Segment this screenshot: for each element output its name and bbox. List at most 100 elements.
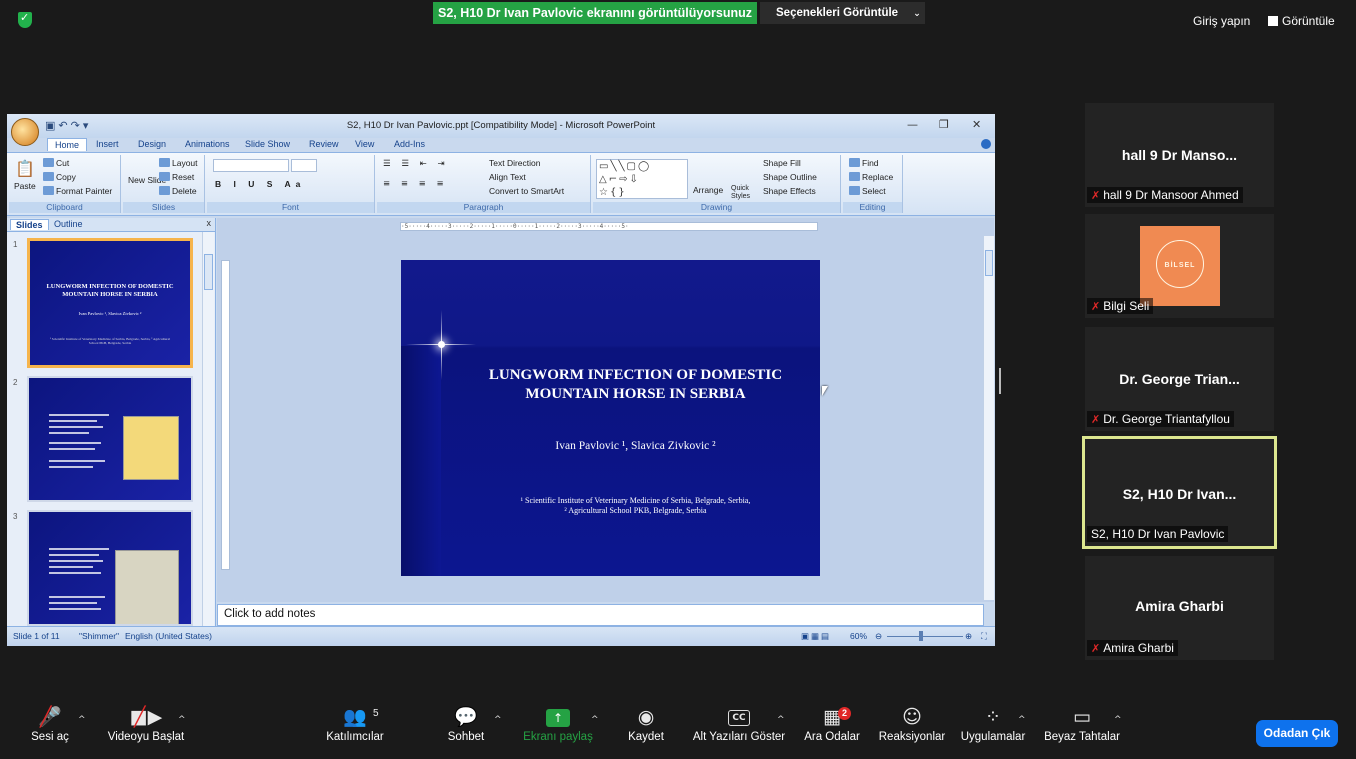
participant-tile[interactable]: hall 9 Dr Manso... ✗ hall 9 Dr Mansoor Ah… [1085,103,1274,207]
share-options-caret-icon[interactable]: ^ [591,715,599,725]
format-painter-button[interactable]: Format Painter [43,186,112,196]
tab-home[interactable]: Home [47,138,88,151]
copy-icon [43,172,54,181]
office-button[interactable] [11,118,39,146]
tab-outline[interactable]: Outline [49,219,88,229]
shapes-gallery[interactable]: ▭╲╲▢◯ △⌐⇨⇩ ☆︎{} [596,159,688,199]
shape-fill-button[interactable]: Shape Fill [763,158,801,168]
minimize-icon[interactable]: — [907,118,918,131]
slide-thumbnail-2[interactable] [27,376,193,502]
copy-button[interactable]: Copy [43,172,76,182]
font-name-combo[interactable] [213,159,289,172]
slide-scrollbar[interactable] [983,236,994,600]
breakout-rooms-icon: ▦ [823,706,841,728]
zoom-in-icon[interactable]: ⊕ [965,631,972,642]
unmute-button[interactable]: 🎤 ╱ Sesi aç [22,699,78,759]
slide-authors[interactable]: Ivan Pavlovic ¹, Slavica Zivkovic ² [461,440,810,452]
participants-icon: 👥 [343,706,367,728]
paste-button[interactable]: Paste [14,181,36,191]
audio-options-caret-icon[interactable]: ^ [78,715,86,725]
participant-tile[interactable]: Dr. George Trian... ✗ Dr. George Triantaf… [1085,327,1274,431]
apps-button[interactable]: ⁘ Uygulamalar [956,699,1030,759]
reset-button[interactable]: Reset [159,172,194,182]
video-options-caret-icon[interactable]: ^ [178,715,186,725]
tab-insert[interactable]: Insert [89,138,126,150]
tab-review[interactable]: Review [302,138,346,150]
participant-tile-active-speaker[interactable]: S2, H10 Dr Ivan... S2, H10 Dr Ivan Pavlo… [1082,436,1277,549]
chat-options-caret-icon[interactable]: ^ [494,715,502,725]
apps-options-caret-icon[interactable]: ^ [1018,715,1026,725]
arrange-button[interactable]: Arrange [693,185,723,195]
slide-title[interactable]: LUNGWORM INFECTION OF DOMESTIC MOUNTAIN … [461,366,810,404]
whiteboard-options-caret-icon[interactable]: ^ [1114,715,1122,725]
shape-outline-button[interactable]: Shape Outline [763,172,817,182]
captions-button[interactable]: CC Alt Yazıları Göster [690,699,788,759]
slide-thumbnail-3[interactable] [27,510,193,626]
tab-design[interactable]: Design [131,138,173,150]
start-video-button[interactable]: ■▶ ╱ Videoyu Başlat [98,699,194,759]
paragraph-group: Text Direction Align Text Convert to Sma… [377,155,591,213]
tab-animations[interactable]: Animations [178,138,237,150]
tab-add-ins[interactable]: Add-Ins [387,138,432,150]
reactions-button[interactable]: ☺ Reaksiyonlar [876,699,948,759]
shape-effects-button[interactable]: Shape Effects [763,186,816,196]
thumbnail-bullet [49,602,97,604]
list-buttons[interactable]: ☰ ☰ ⇤ ⇥ [383,159,449,169]
replace-label: Replace [862,172,894,182]
find-button[interactable]: Find [849,158,879,168]
align-buttons[interactable]: ≡ ≡ ≡ ≡ [383,179,448,189]
delete-button[interactable]: Delete [159,186,197,196]
affiliation-line-2: ² Agricultural School PKB, Belgrade, Ser… [564,506,707,515]
font-format-buttons[interactable]: B I U S Aa [215,179,305,189]
convert-smartart-button[interactable]: Convert to SmartArt [489,186,564,196]
close-icon[interactable]: ✕ [972,118,981,131]
split-divider-handle[interactable] [999,368,1001,394]
breakout-rooms-button[interactable]: ▦ Ara Odalar [800,699,864,759]
security-shield-icon[interactable] [18,11,32,28]
view-button[interactable]: Görüntüle [1268,14,1335,28]
whiteboards-button[interactable]: ▭ Beyaz Tahtalar [1040,699,1124,759]
select-button[interactable]: Select [849,186,886,196]
zoom-slider-knob[interactable] [919,631,923,641]
zoom-level[interactable]: 60% [850,631,867,641]
leave-button[interactable]: Odadan Çık [1256,720,1338,747]
slides-pane-scrollbar[interactable] [202,232,214,626]
tab-view[interactable]: View [348,138,381,150]
quick-styles-button[interactable]: Quick Styles [731,185,759,201]
zoom-slider[interactable] [887,636,963,637]
captions-options-caret-icon[interactable]: ^ [777,715,785,725]
layout-button[interactable]: Layout [159,158,198,168]
share-screen-button[interactable]: ↑ Ekranı paylaş [518,699,598,759]
slide-affiliations[interactable]: ¹ Scientific Institute of Veterinary Med… [461,496,810,516]
delete-icon [159,186,170,195]
current-slide[interactable]: LUNGWORM INFECTION OF DOMESTIC MOUNTAIN … [401,260,820,576]
signin-link[interactable]: Giriş yapın [1193,14,1250,28]
cut-button[interactable]: Cut [43,158,69,168]
record-button[interactable]: ◉ Kaydet [620,699,672,759]
slide-thumbnail-1[interactable]: LUNGWORM INFECTION OF DOMESTIC MOUNTAIN … [27,238,193,368]
notes-pane[interactable]: Click to add notes [217,604,984,626]
scrollbar-thumb[interactable] [985,250,993,276]
paste-icon[interactable]: 📋 [15,159,35,179]
slide-editing-area: ·5·····4·····3·····2·····1·····0·····1··… [217,218,994,602]
font-size-combo[interactable] [291,159,317,172]
maximize-icon[interactable]: ❐ [939,118,949,131]
language-status[interactable]: English (United States) [125,631,212,641]
view-options-button[interactable]: Seçenekleri Görüntüle ⌄ [760,2,925,24]
align-text-button[interactable]: Align Text [489,172,526,182]
text-direction-button[interactable]: Text Direction [489,158,541,168]
help-icon[interactable] [981,139,991,149]
scrollbar-thumb[interactable] [204,254,213,290]
reset-label: Reset [172,172,195,182]
chat-button[interactable]: 💬 Sohbet [436,699,496,759]
view-buttons[interactable]: ▣▦▤ [801,631,831,642]
zoom-out-icon[interactable]: ⊖ [875,631,882,642]
participant-tile[interactable]: BİLSEL ✗ Bilgi Seli [1085,214,1274,318]
tab-slide-show[interactable]: Slide Show [238,138,297,150]
tab-slides[interactable]: Slides [10,219,49,230]
participant-tile[interactable]: Amira Gharbi ✗ Amira Gharbi [1085,556,1274,660]
fit-window-icon[interactable]: ⛶ [981,631,987,642]
participants-button[interactable]: 👥 Katılımcılar [310,699,400,759]
replace-button[interactable]: Replace [849,172,893,182]
pane-close-icon[interactable]: x [207,218,212,228]
